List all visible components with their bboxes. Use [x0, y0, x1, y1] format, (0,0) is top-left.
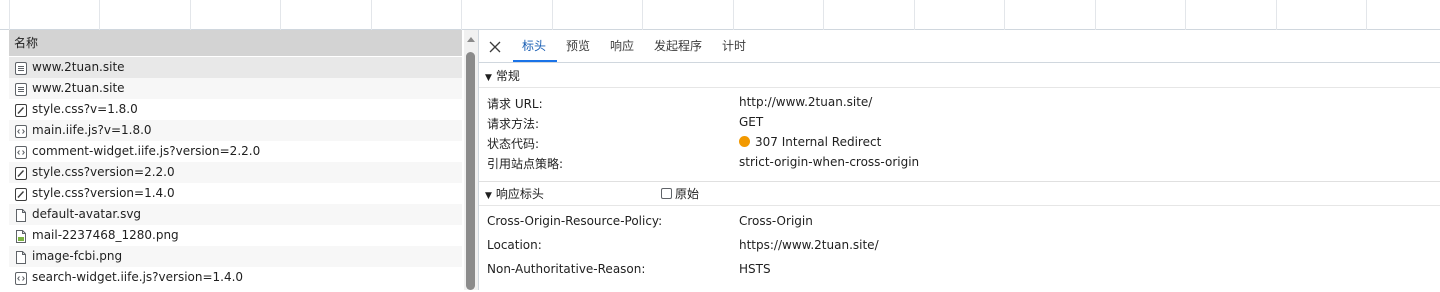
- timeline-gridline: [99, 0, 100, 30]
- script-icon: [15, 124, 27, 138]
- response-headers-section-header[interactable]: ▼ 响应标头 原始: [479, 182, 1440, 206]
- expand-triangle-icon: ▼: [485, 73, 492, 83]
- tab-preview[interactable]: 预览: [566, 30, 590, 63]
- response-headers-title: 响应标头: [495, 187, 544, 201]
- tab-initiator[interactable]: 发起程序: [654, 30, 702, 63]
- name-column-label: 名称: [14, 36, 39, 50]
- request-details-panel: 标头 预览 响应 发起程序 计时 ▼ 常规 请求 URL: http://www.…: [478, 30, 1440, 290]
- corp-header-value: Cross-Origin: [739, 214, 813, 228]
- raw-checkbox[interactable]: [661, 188, 672, 199]
- request-list: 名称 www.2tuan.site www.2tuan.site style.css…: [0, 30, 464, 290]
- expand-triangle-icon: ▼: [485, 191, 492, 201]
- tab-timing[interactable]: 计时: [722, 30, 746, 63]
- close-icon[interactable]: [487, 39, 503, 55]
- timeline-gridline: [733, 0, 734, 30]
- non-authoritative-reason-value: HSTS: [739, 262, 771, 276]
- name-column-header[interactable]: 名称: [9, 30, 462, 56]
- status-code-value: 307 Internal Redirect: [739, 135, 881, 149]
- request-row[interactable]: style.css?version=2.2.0: [9, 162, 462, 183]
- request-row[interactable]: default-avatar.svg: [9, 204, 462, 225]
- script-icon: [15, 145, 27, 159]
- timeline-gridline: [1095, 0, 1096, 30]
- scroll-up-arrow-icon[interactable]: [467, 37, 475, 42]
- request-row[interactable]: image-fcbi.png: [9, 246, 462, 267]
- request-url-value: http://www.2tuan.site/: [739, 95, 873, 109]
- non-authoritative-reason-key: Non-Authoritative-Reason:: [487, 262, 646, 276]
- request-row[interactable]: style.css?version=1.4.0: [9, 183, 462, 204]
- stylesheet-icon: [15, 103, 27, 117]
- location-header-value: https://www.2tuan.site/: [739, 238, 879, 252]
- timeline-gridline: [280, 0, 281, 30]
- timeline-gridline: [1366, 0, 1367, 30]
- request-name: search-widget.iife.js?version=1.4.0: [32, 270, 244, 284]
- script-icon: [15, 271, 27, 285]
- request-url-key: 请求 URL:: [487, 97, 543, 111]
- document-icon: [15, 61, 27, 75]
- tab-response[interactable]: 响应: [610, 30, 634, 63]
- timeline-gridline: [642, 0, 643, 30]
- status-dot-icon: [739, 136, 750, 147]
- request-row[interactable]: comment-widget.iife.js?version=2.2.0: [9, 141, 462, 162]
- details-tabbar: 标头 预览 响应 发起程序 计时: [479, 30, 1440, 63]
- request-name: style.css?v=1.8.0: [32, 102, 138, 116]
- request-name: style.css?version=1.4.0: [32, 186, 175, 200]
- request-row[interactable]: style.css?v=1.8.0: [9, 99, 462, 120]
- timeline-gridline: [914, 0, 915, 30]
- request-name: www.2tuan.site: [32, 60, 125, 74]
- file-icon: [15, 250, 27, 264]
- raw-headers-toggle[interactable]: 原始: [661, 182, 699, 206]
- stylesheet-icon: [15, 166, 27, 180]
- request-row[interactable]: www.2tuan.site: [9, 57, 462, 78]
- request-name: mail-2237468_1280.png: [32, 228, 179, 242]
- timeline-overview[interactable]: [0, 0, 1440, 30]
- location-header-key: Location:: [487, 238, 542, 252]
- request-row[interactable]: search-widget.iife.js?version=1.4.0: [9, 267, 462, 288]
- general-section-header[interactable]: ▼ 常规: [479, 64, 1440, 88]
- request-name: main.iife.js?v=1.8.0: [32, 123, 152, 137]
- stylesheet-icon: [15, 187, 27, 201]
- timeline-gridline: [1185, 0, 1186, 30]
- status-code-text: 307 Internal Redirect: [755, 135, 882, 149]
- timeline-gridline: [552, 0, 553, 30]
- timeline-gridline: [461, 0, 462, 30]
- request-list-scrollbar[interactable]: [464, 30, 478, 290]
- raw-label: 原始: [675, 187, 700, 201]
- request-method-value: GET: [739, 115, 764, 129]
- timeline-edge: [9, 0, 10, 30]
- timeline-gridline: [1276, 0, 1277, 30]
- status-code-key: 状态代码:: [487, 137, 540, 151]
- corp-header-key: Cross-Origin-Resource-Policy:: [487, 214, 663, 228]
- timeline-gridline: [371, 0, 372, 30]
- request-row[interactable]: www.2tuan.site: [9, 78, 462, 99]
- request-name: www.2tuan.site: [32, 81, 125, 95]
- scrollbar-thumb[interactable]: [466, 52, 475, 290]
- active-tab-indicator: [513, 60, 557, 62]
- referrer-policy-value: strict-origin-when-cross-origin: [739, 155, 920, 169]
- document-icon: [15, 82, 27, 96]
- request-name: image-fcbi.png: [32, 249, 123, 263]
- request-name: style.css?version=2.2.0: [32, 165, 175, 179]
- request-name: default-avatar.svg: [32, 207, 142, 221]
- file-icon: [15, 208, 27, 222]
- timeline-gridline: [190, 0, 191, 30]
- request-method-key: 请求方法:: [487, 117, 540, 131]
- tab-headers[interactable]: 标头: [522, 30, 546, 63]
- referrer-policy-key: 引用站点策略:: [487, 157, 564, 171]
- request-row[interactable]: mail-2237468_1280.png: [9, 225, 462, 246]
- timeline-gridline: [823, 0, 824, 30]
- request-name: comment-widget.iife.js?version=2.2.0: [32, 144, 261, 158]
- general-section-title: 常规: [495, 69, 520, 83]
- request-row[interactable]: main.iife.js?v=1.8.0: [9, 120, 462, 141]
- image-file-icon: [15, 229, 27, 243]
- timeline-gridline: [1004, 0, 1005, 30]
